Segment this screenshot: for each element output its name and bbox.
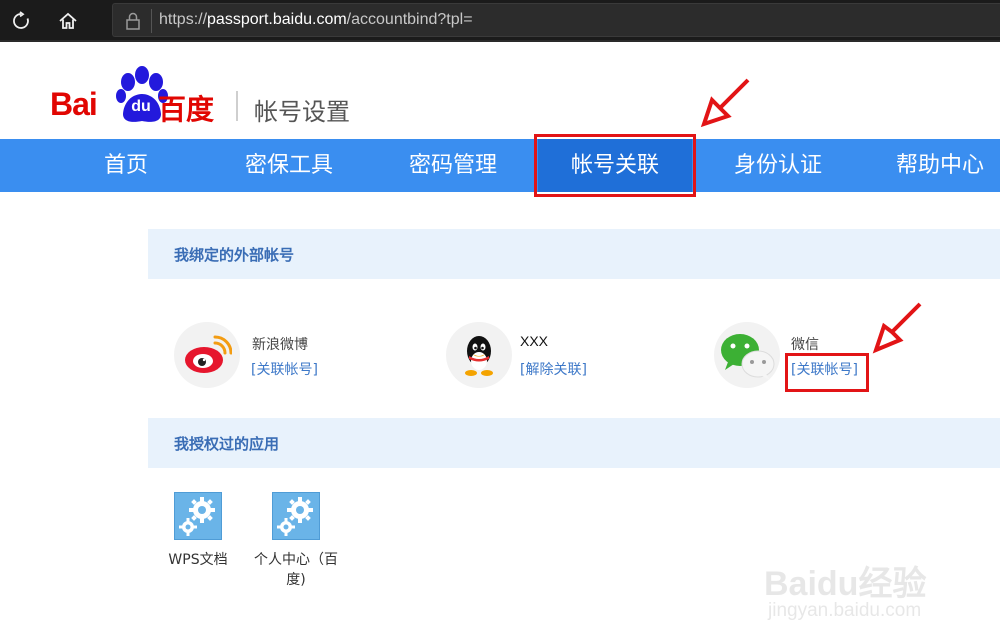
gear-icon xyxy=(179,497,215,536)
tab-security-tools[interactable]: 密保工具 xyxy=(222,139,356,192)
section-title: 我绑定的外部帐号 xyxy=(174,246,295,264)
watermark-title: Baidu经验 xyxy=(764,565,927,603)
logo-cn-text: 百度 xyxy=(158,93,215,126)
refresh-button[interactable] xyxy=(6,6,36,36)
app-personal-center[interactable]: 个人中心（百度) xyxy=(249,492,343,590)
url-scheme: https:// xyxy=(159,11,208,28)
gear-icon xyxy=(277,497,313,536)
app-name: 个人中心（百度) xyxy=(254,552,338,588)
address-bar[interactable]: https://passport.baidu.com/accountbind?t… xyxy=(112,3,1000,37)
header-divider xyxy=(236,91,238,121)
url-host: passport.baidu.com xyxy=(207,11,347,28)
baidu-logo[interactable]: Bai du 百度 xyxy=(50,66,225,126)
tab-password-management[interactable]: 密码管理 xyxy=(386,139,520,192)
link-weibo-bind[interactable]: [关联帐号] xyxy=(251,359,318,379)
browser-toolbar: https://passport.baidu.com/accountbind?t… xyxy=(0,0,1000,42)
url-path: /accountbind?tpl= xyxy=(346,11,473,28)
annotation-arrow-icon xyxy=(872,302,922,354)
tab-home[interactable]: 首页 xyxy=(66,139,186,192)
authorized-apps-header: 我授权过的应用 xyxy=(148,418,1000,468)
section-title: 我授权过的应用 xyxy=(174,435,280,453)
watermark-url: jingyan.baidu.com xyxy=(768,600,922,621)
annotation-wechat-highlight xyxy=(785,353,869,392)
account-name: 微信 xyxy=(791,337,819,353)
external-accounts-header: 我绑定的外部帐号 xyxy=(148,229,1000,279)
app-wps-docs[interactable]: WPS文档 xyxy=(153,492,243,570)
refresh-icon xyxy=(13,11,29,29)
qq-icon-wrap xyxy=(446,322,512,388)
logo-wordmark: Bai xyxy=(50,86,98,122)
app-name: WPS文档 xyxy=(168,552,228,568)
weibo-icon-wrap xyxy=(174,322,240,388)
weibo-icon xyxy=(185,335,232,373)
address-separator xyxy=(151,9,152,33)
wechat-icon-wrap xyxy=(714,322,780,388)
annotation-arrow-icon xyxy=(700,78,750,128)
tab-help-center[interactable]: 帮助中心 xyxy=(876,139,1000,192)
home-button[interactable] xyxy=(53,6,83,36)
gear-icon-wrap xyxy=(272,492,320,540)
lock-icon xyxy=(126,12,140,30)
account-name: 新浪微博 xyxy=(252,337,308,353)
url-text[interactable]: https://passport.baidu.com/accountbind?t… xyxy=(159,11,473,29)
link-qq-unbind[interactable]: [解除关联] xyxy=(520,359,587,379)
annotation-tab-highlight xyxy=(534,134,696,197)
home-icon xyxy=(59,12,77,29)
wechat-icon xyxy=(721,334,775,380)
page-title: 帐号设置 xyxy=(254,98,350,126)
gear-icon-wrap xyxy=(174,492,222,540)
tab-identity-verification[interactable]: 身份认证 xyxy=(710,139,846,192)
logo-paw-text: du xyxy=(131,98,151,115)
baidu-jingyan-watermark: Baidu经验 jingyan.baidu.com xyxy=(764,534,994,624)
main-nav: 首页 密保工具 密码管理 帐号关联 身份认证 帮助中心 xyxy=(0,139,1000,192)
qq-icon xyxy=(465,336,493,376)
account-name: XXX xyxy=(520,333,549,349)
